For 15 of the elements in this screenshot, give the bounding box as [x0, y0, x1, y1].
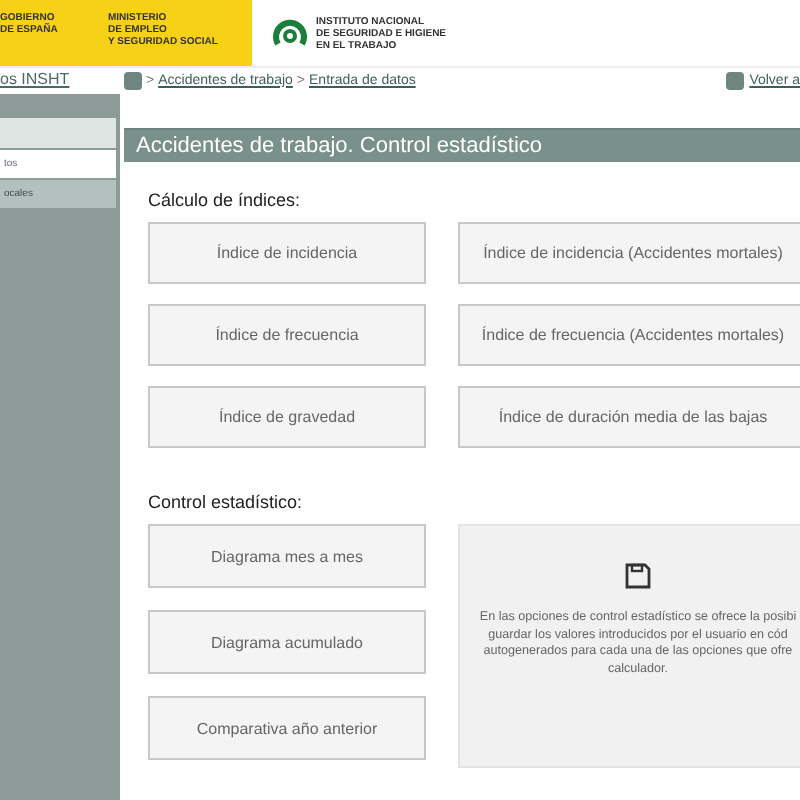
home-link[interactable]: os INSHT — [0, 68, 120, 94]
chart-button[interactable]: Diagrama mes a mes — [148, 524, 426, 588]
page-title: Accidentes de trabajo. Control estadístico — [124, 128, 800, 162]
index-button[interactable]: Índice de incidencia (Accidentes mortales) — [458, 222, 800, 284]
index-button[interactable]: Índice de frecuencia — [148, 304, 426, 366]
chart-button[interactable]: Diagrama acumulado — [148, 610, 426, 674]
section-heading: Cálculo de índices: — [148, 190, 303, 214]
section-heading: Control estadístico: — [148, 492, 305, 516]
institute-logo-icon — [272, 15, 308, 51]
save-icon — [624, 562, 652, 590]
chart-button[interactable]: Comparativa año anterior — [148, 696, 426, 760]
index-button[interactable]: Índice de frecuencia (Accidentes mortales) — [458, 304, 800, 366]
index-button[interactable]: Índice de incidencia — [148, 222, 426, 284]
index-button[interactable]: Índice de gravedad — [148, 386, 426, 448]
index-button[interactable]: Índice de duración media de las bajas — [458, 386, 800, 448]
